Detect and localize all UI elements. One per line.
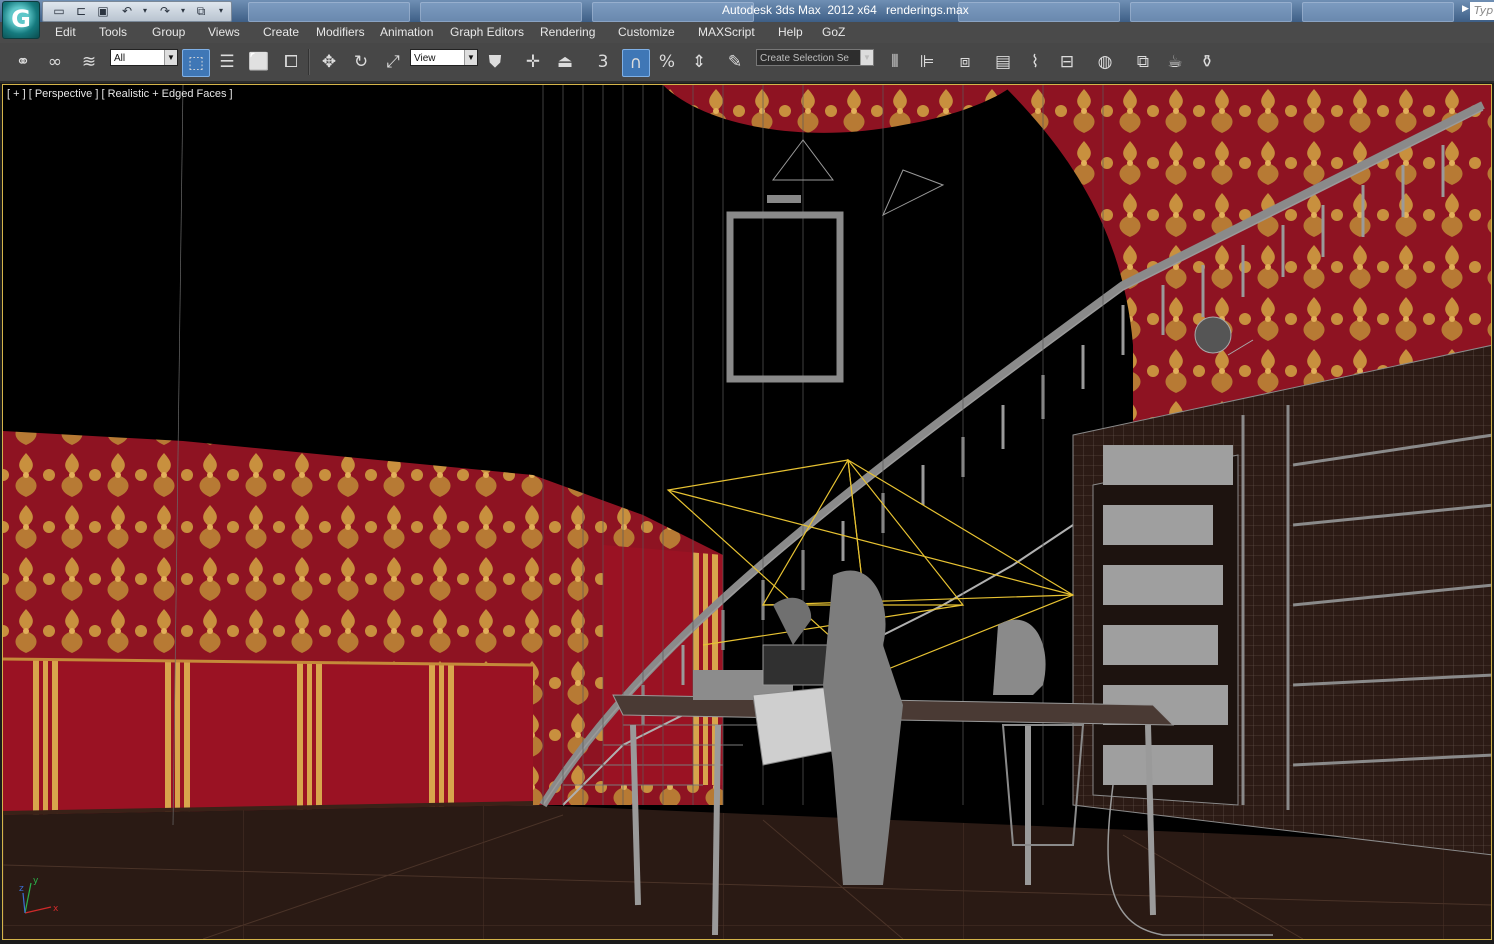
pivot-point-center-icon[interactable]: ⛊ <box>482 49 508 75</box>
save-icon[interactable]: ▣ <box>95 4 111 18</box>
undo-dropdown-icon[interactable]: ▾ <box>137 4 153 18</box>
rendered-frame-window-icon[interactable]: ☕ <box>1162 49 1188 75</box>
axis-x-label: x <box>53 904 59 914</box>
window-crossing-icon[interactable]: ⧠ <box>278 49 304 75</box>
ghost-tab <box>248 2 410 22</box>
align-icon[interactable]: ⊫ <box>914 49 940 75</box>
menu-customize[interactable]: Customize <box>618 25 675 39</box>
search-arrow-icon[interactable]: ▶ <box>1462 4 1469 14</box>
render-setup-icon[interactable]: ⧉ <box>1130 49 1156 75</box>
chevron-down-icon: ▼ <box>464 50 477 65</box>
percent-snap-label: % <box>658 52 676 72</box>
spinner-snap-toggle-icon[interactable]: ⇕ <box>686 49 712 75</box>
angle-snap-toggle-icon[interactable]: ∩ <box>622 49 650 77</box>
menu-graph-editors[interactable]: Graph Editors <box>450 25 524 39</box>
select-and-scale-icon[interactable]: ⤢ <box>380 49 406 75</box>
select-and-manipulate-icon[interactable]: ✛ <box>520 49 546 75</box>
redo-icon[interactable]: ↷ <box>157 4 173 18</box>
bookshelf <box>1072 344 1491 856</box>
menu-bar: Edit Tools Group Views Create Modifiers … <box>0 22 1494 44</box>
snaps-toggle-icon[interactable]: 3 <box>590 49 616 75</box>
app-logo-icon[interactable]: G <box>2 1 40 39</box>
snap-label: 3 <box>597 52 609 72</box>
title-bar: ▭ ⊏ ▣ ↶ ▾ ↷ ▾ ⧉ ▾ Autodesk 3ds Max 2012 … <box>0 0 1494 22</box>
quick-access-toolbar: ▭ ⊏ ▣ ↶ ▾ ↷ ▾ ⧉ ▾ <box>42 1 232 22</box>
select-and-rotate-icon[interactable]: ↻ <box>348 49 374 75</box>
axis-y-label: y <box>33 876 39 886</box>
menu-modifiers[interactable]: Modifiers <box>316 25 365 39</box>
render-production-icon[interactable]: ⚱ <box>1194 49 1220 75</box>
selection-filter-dropdown[interactable]: All ▼ <box>110 49 178 66</box>
main-toolbar: ⚭ ∞ ≋ All ▼ ⬚ ☰ ⬜ ⧠ ✥ ↻ ⤢ View ▼ ⛊ ✛ ⏏ 3… <box>0 43 1494 83</box>
reference-coordinate-value: View <box>414 53 436 64</box>
reference-coordinate-dropdown[interactable]: View ▼ <box>410 49 478 66</box>
ghost-tab <box>958 2 1120 22</box>
graphite-modeling-tools-icon[interactable]: ▤ <box>990 49 1016 75</box>
redo-dropdown-icon[interactable]: ▾ <box>175 4 191 18</box>
rectangular-selection-region-icon[interactable]: ⬜ <box>246 49 272 75</box>
menu-help[interactable]: Help <box>778 25 803 39</box>
left-wall <box>3 431 534 815</box>
select-by-name-icon[interactable]: ☰ <box>214 49 240 75</box>
menu-goz[interactable]: GoZ <box>822 25 845 39</box>
mirror-icon[interactable]: ⫴ <box>882 49 908 75</box>
layer-manager-icon[interactable]: ⧈ <box>952 49 978 75</box>
percent-snap-toggle-icon[interactable]: % <box>654 49 680 75</box>
named-selection-placeholder: Create Selection Se <box>760 53 849 64</box>
document-name: renderings.max <box>886 3 969 17</box>
perspective-viewport[interactable]: [ + ] [ Perspective ] [ Realistic + Edge… <box>2 84 1492 940</box>
ghost-tab <box>420 2 582 22</box>
qat-dropdown-icon[interactable]: ▾ <box>213 4 229 18</box>
back-wall <box>533 475 723 805</box>
scene-render: x y z <box>3 85 1491 939</box>
keyboard-shortcut-override-icon[interactable]: ⏏ <box>552 49 578 75</box>
select-and-link-icon[interactable]: ⚭ <box>10 49 36 75</box>
app-title: Autodesk 3ds Max 2012 x64 <box>722 3 877 17</box>
chevron-down-icon: ▼ <box>860 50 873 65</box>
picture-frame <box>726 195 844 383</box>
ghost-tab <box>1130 2 1292 22</box>
project-folder-icon[interactable]: ⧉ <box>193 4 209 18</box>
ghost-tab <box>1302 2 1454 22</box>
unlink-selection-icon[interactable]: ∞ <box>42 49 68 75</box>
select-object-icon[interactable]: ⬚ <box>182 49 210 77</box>
axis-z-label: z <box>19 884 24 894</box>
menu-maxscript[interactable]: MAXScript <box>698 25 755 39</box>
menu-tools[interactable]: Tools <box>99 25 127 39</box>
bind-to-space-warp-icon[interactable]: ≋ <box>76 49 102 75</box>
chevron-down-icon: ▼ <box>164 50 177 65</box>
viewport-label[interactable]: [ + ] [ Perspective ] [ Realistic + Edge… <box>7 88 233 100</box>
open-file-icon[interactable]: ⊏ <box>73 4 89 18</box>
edit-named-selection-icon[interactable]: ✎ <box>722 49 748 75</box>
menu-views[interactable]: Views <box>208 25 240 39</box>
named-selection-sets-dropdown[interactable]: Create Selection Se ▼ <box>756 49 874 66</box>
ceiling-lights <box>772 139 945 217</box>
undo-icon[interactable]: ↶ <box>119 4 135 18</box>
menu-group[interactable]: Group <box>152 25 185 39</box>
curve-editor-icon[interactable]: ⌇ <box>1022 49 1048 75</box>
menu-create[interactable]: Create <box>263 25 299 39</box>
select-and-move-icon[interactable]: ✥ <box>316 49 342 75</box>
new-file-icon[interactable]: ▭ <box>51 4 67 18</box>
menu-animation[interactable]: Animation <box>380 25 433 39</box>
menu-edit[interactable]: Edit <box>55 25 76 39</box>
toolbar-separator <box>308 49 310 75</box>
selection-filter-value: All <box>114 53 126 64</box>
menu-rendering[interactable]: Rendering <box>540 25 595 39</box>
search-input[interactable]: Typ <box>1470 2 1494 20</box>
material-editor-icon[interactable]: ◍ <box>1092 49 1118 75</box>
schematic-view-icon[interactable]: ⊟ <box>1054 49 1080 75</box>
